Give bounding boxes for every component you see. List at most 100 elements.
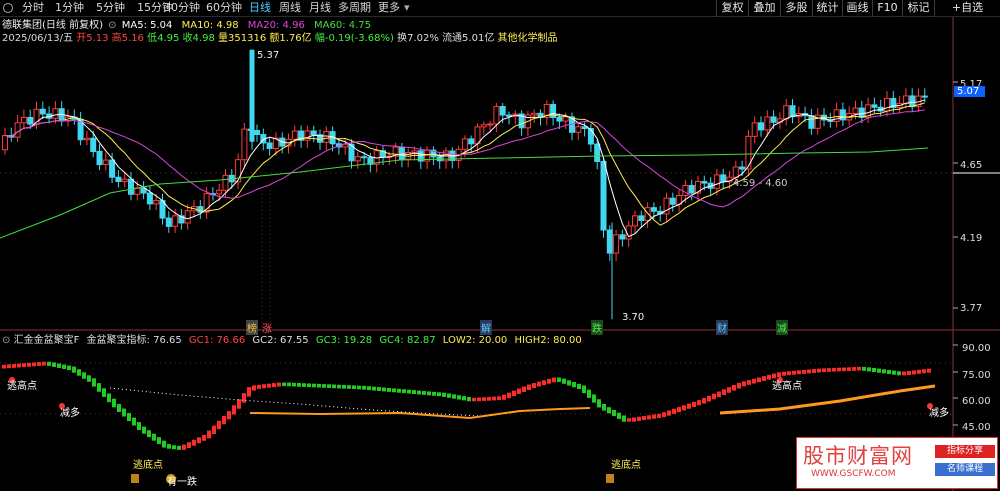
indicator-bar <box>172 445 176 450</box>
indicator-bar <box>832 367 836 372</box>
more-arrow-icon[interactable]: ▾ <box>404 1 410 15</box>
candle-body <box>713 174 720 189</box>
quote-sector[interactable]: 其他化学制品 <box>498 33 558 44</box>
current-price-tag: 5.07 <box>954 86 986 97</box>
restore-rights-button[interactable]: 复权 <box>716 0 748 17</box>
stock-name[interactable]: 德联集团(日线 前复权) <box>2 20 103 31</box>
indicator-bar <box>262 384 266 389</box>
period-tab-timeshare[interactable]: 分时 <box>22 1 44 15</box>
indicator-bar <box>472 397 476 402</box>
period-tab-month[interactable]: 月线 <box>309 1 331 15</box>
candle-body <box>499 106 506 116</box>
event-marker-fall[interactable]: 跌 <box>591 320 603 335</box>
period-tab-30min[interactable]: 30分钟 <box>164 1 200 15</box>
indicator-bar <box>422 390 426 395</box>
candle-body <box>562 116 569 122</box>
quote-low: 低4.95 <box>147 33 180 44</box>
indicator-bar <box>382 387 386 392</box>
ma-settings-icon[interactable]: ⊙ <box>108 20 116 31</box>
indicator-bar <box>77 369 81 376</box>
candle-body <box>758 122 764 131</box>
period-tab-60min[interactable]: 60分钟 <box>206 1 242 15</box>
indicator-bar <box>22 363 26 368</box>
indicator-name[interactable]: 汇金金盆聚宝F <box>14 335 80 346</box>
candle-body <box>682 184 689 197</box>
period-tab-multi[interactable]: 多周期 <box>338 1 371 15</box>
candle-body <box>128 178 134 195</box>
candle-body <box>764 116 771 131</box>
candle-body <box>2 135 8 151</box>
indicator-bar <box>557 377 561 383</box>
indicator-bar <box>637 416 641 421</box>
indicator-bar <box>487 396 491 401</box>
candle-body <box>909 95 916 108</box>
candle-body <box>361 156 368 159</box>
candle-body <box>789 105 796 118</box>
candle-body <box>39 108 46 115</box>
indicator-bar <box>312 383 316 388</box>
indicator-bar <box>372 386 376 391</box>
period-tab-1min[interactable]: 1分钟 <box>55 1 84 15</box>
period-tab-week[interactable]: 周线 <box>279 1 301 15</box>
indicator-bar <box>377 387 381 391</box>
indicator-bar <box>247 387 251 397</box>
candle-body <box>808 115 815 129</box>
indicator-axis-label: 60.00 <box>962 396 991 407</box>
indicator-bar <box>117 403 121 413</box>
event-marker-list[interactable]: 榜 <box>246 320 258 335</box>
candle-body <box>146 192 153 205</box>
indicator-bar <box>367 386 371 391</box>
settings-icon[interactable] <box>3 3 13 13</box>
indicator-bar <box>617 412 621 419</box>
candle-body <box>732 166 739 178</box>
indicator-bar <box>52 362 56 367</box>
indicator-bar <box>237 399 241 409</box>
quote-float: 流通5.01亿 <box>442 33 495 44</box>
indicator-bar <box>282 382 286 387</box>
quote-line: 2025/06/13/五 开5.13 高5.16 低4.95 收4.98 量35… <box>2 33 558 45</box>
indicator-bar <box>692 401 696 408</box>
mark-button[interactable]: 标记 <box>902 0 934 17</box>
statistics-button[interactable]: 统计 <box>812 0 842 17</box>
event-marker-reduce[interactable]: 减 <box>776 320 788 335</box>
add-favorite-button[interactable]: +自选 <box>934 0 1000 17</box>
indicator-bar <box>747 380 751 385</box>
indicator-bar <box>927 368 931 373</box>
indicator-bar <box>477 397 481 402</box>
indicator-bar <box>202 434 206 441</box>
indicator-bar <box>2 364 6 369</box>
kline-chart-canvas[interactable] <box>0 0 1000 491</box>
period-tab-day[interactable]: 日线 <box>249 1 271 15</box>
period-tab-more[interactable]: 更多 <box>378 1 400 15</box>
high-price-label: 5.37 <box>257 50 280 61</box>
period-tab-5min[interactable]: 5分钟 <box>96 1 125 15</box>
indicator-bar <box>207 430 211 439</box>
candle-body <box>745 135 752 170</box>
indicator-bar <box>882 369 886 374</box>
f10-button[interactable]: F10 <box>872 0 902 17</box>
indicator-bar <box>597 399 601 408</box>
bottom-point-label: 逃底点 <box>611 460 641 471</box>
event-marker-unlock[interactable]: 解 <box>480 320 492 335</box>
price-axis-label: 4.19 <box>960 233 983 244</box>
candle-body <box>493 106 500 125</box>
indicator-orange-line <box>249 407 591 420</box>
multi-stock-button[interactable]: 多股 <box>780 0 812 17</box>
event-marker-rise[interactable]: 涨 <box>262 320 272 335</box>
indicator-bar <box>787 371 791 376</box>
indicator-settings-icon[interactable]: ⊙ <box>2 335 10 346</box>
indicator-bar <box>687 403 691 409</box>
indicator-bar <box>162 440 166 448</box>
event-marker-finance[interactable]: 财 <box>716 320 728 335</box>
candle-body <box>770 116 777 123</box>
draw-line-button[interactable]: 画线 <box>842 0 872 17</box>
indicator-bar <box>802 369 806 374</box>
overlay-button[interactable]: 叠加 <box>748 0 780 17</box>
indicator-bar <box>412 390 416 395</box>
quote-change: 幅-0.19(-3.68%) <box>314 33 394 44</box>
indicator-bar <box>892 370 896 375</box>
indicator-bar <box>147 430 151 438</box>
indicator-bar <box>447 393 451 398</box>
indicator-bar <box>887 369 891 375</box>
indicator-bar <box>922 369 926 374</box>
